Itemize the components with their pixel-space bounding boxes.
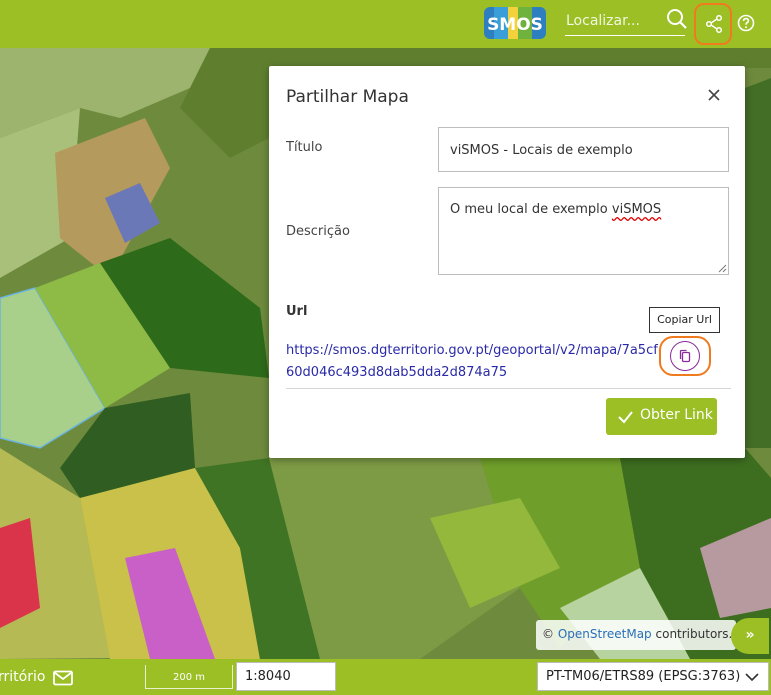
copyright-symbol: © — [542, 627, 554, 641]
search-placeholder: Localizar... — [566, 13, 640, 29]
projection-select[interactable]: PT-TM06/ETRS89 (EPSG:3763) — [537, 662, 769, 691]
get-link-button[interactable]: Obter Link — [606, 398, 717, 435]
top-toolbar: SMOS Localizar... — [0, 0, 771, 48]
resize-grip-icon[interactable] — [717, 263, 727, 273]
description-field-value: O meu local de exemplo — [450, 202, 612, 217]
footer-brand-text: rritório — [0, 669, 46, 685]
logo-text: SMOS — [487, 15, 543, 35]
copy-url-tooltip: Copiar Url — [649, 307, 720, 333]
title-field-value: viSMOS - Locais de exemplo — [450, 143, 633, 158]
chevron-down-icon[interactable] — [745, 672, 759, 682]
url-label: Url — [286, 304, 308, 319]
get-link-label: Obter Link — [640, 407, 713, 423]
share-map-dialog: Partilhar Mapa Título viSMOS - Locais de… — [269, 66, 745, 458]
help-icon[interactable] — [737, 14, 755, 32]
mail-icon[interactable] — [53, 670, 73, 686]
share-button[interactable] — [694, 3, 732, 45]
description-label: Descrição — [286, 224, 350, 239]
description-field[interactable]: O meu local de exemplo viSMOS — [438, 187, 729, 275]
share-url-link[interactable]: https://smos.dgterritorio.gov.pt/geoport… — [286, 340, 661, 384]
title-field[interactable]: viSMOS - Locais de exemplo — [438, 127, 729, 172]
copy-url-button[interactable] — [659, 336, 711, 376]
attribution-suffix: contributors. — [655, 627, 733, 641]
share-icon — [705, 15, 723, 33]
copy-icon — [679, 349, 691, 363]
copy-url-circle — [670, 341, 700, 371]
smos-logo[interactable]: SMOS — [484, 7, 546, 39]
expand-panel-button[interactable]: » — [731, 618, 769, 654]
bottom-toolbar: rritório 200 m 1:8040 PT-TM06/ETRS89 (EP… — [0, 659, 771, 695]
dialog-title: Partilhar Mapa — [286, 87, 409, 107]
scale-bar: 200 m — [145, 665, 233, 689]
check-icon — [618, 411, 633, 424]
double-chevron-right-icon: » — [745, 627, 755, 643]
close-icon[interactable] — [705, 86, 723, 104]
openstreetmap-link[interactable]: OpenStreetMap — [558, 627, 652, 641]
misspelled-word: viSMOS — [611, 202, 662, 217]
dialog-divider — [286, 388, 731, 389]
search-icon[interactable] — [666, 8, 688, 30]
scale-input[interactable]: 1:8040 — [236, 662, 336, 691]
title-label: Título — [286, 140, 323, 155]
map-attribution: © OpenStreetMap contributors. — [536, 620, 736, 650]
